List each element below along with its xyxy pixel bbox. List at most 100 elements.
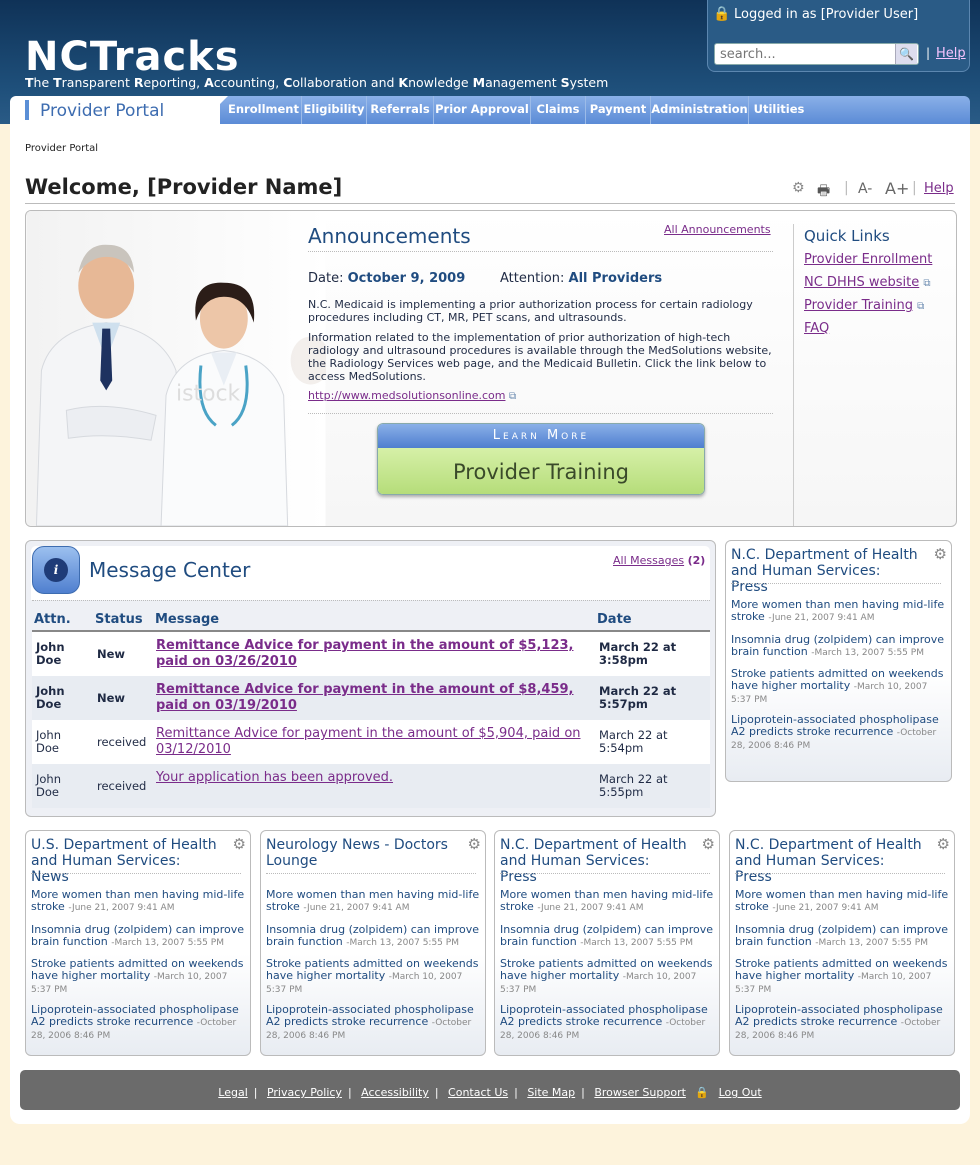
- nav-referrals[interactable]: Referrals: [367, 96, 434, 124]
- news-item[interactable]: Lipoprotein-associated phospholipase A2 …: [266, 1004, 484, 1042]
- footer-sitemap-link[interactable]: Site Map: [527, 1086, 575, 1099]
- news-item[interactable]: Stroke patients admitted on weekends hav…: [31, 958, 249, 996]
- news-item[interactable]: More women than men having mid-life stro…: [731, 599, 949, 624]
- gear-icon[interactable]: ⚙: [937, 835, 950, 853]
- news-item[interactable]: Stroke patients admitted on weekends hav…: [735, 958, 953, 996]
- date-label: Date:: [308, 271, 344, 286]
- tagline-part: ransparent: [61, 75, 134, 90]
- tagline-part: T: [53, 75, 62, 90]
- quick-link-nc-dhhs[interactable]: NC DHHS website: [804, 275, 919, 290]
- row-message-link[interactable]: Remittance Advice for payment in the amo…: [156, 682, 596, 714]
- table-row[interactable]: John Doe received Your application has b…: [32, 764, 710, 808]
- portal-tab-marker: [25, 100, 29, 120]
- header-help-link[interactable]: Help: [936, 46, 966, 61]
- footer-privacy-link[interactable]: Privacy Policy: [267, 1086, 342, 1099]
- quick-link-provider-training[interactable]: Provider Training: [804, 298, 913, 313]
- nav-eligibility[interactable]: Eligibility: [302, 96, 367, 124]
- logout-link[interactable]: Log Out: [719, 1086, 762, 1099]
- search-icon[interactable]: 🔍: [895, 44, 917, 64]
- quick-link-faq[interactable]: FAQ: [804, 321, 829, 336]
- site-logo[interactable]: NCTracks: [25, 34, 240, 80]
- page-title: Welcome, [Provider Name]: [25, 175, 343, 199]
- table-row[interactable]: John Doe received Remittance Advice for …: [32, 720, 710, 764]
- col-attn[interactable]: Attn.: [34, 612, 71, 627]
- lock-icon: 🔒: [713, 6, 731, 22]
- news-item[interactable]: Stroke patients admitted on weekends hav…: [731, 668, 949, 706]
- nav-claims[interactable]: Claims: [531, 96, 586, 124]
- font-smaller-button[interactable]: A-: [858, 181, 872, 197]
- row-date: March 22 at 3:58pm: [599, 640, 677, 667]
- all-messages-link[interactable]: All Messages: [613, 554, 684, 567]
- gear-icon[interactable]: ⚙: [233, 835, 246, 853]
- page-help-link[interactable]: Help: [924, 181, 954, 196]
- news-item[interactable]: Insomnia drug (zolpidem) can improve bra…: [500, 924, 718, 949]
- gear-icon[interactable]: ⚙: [702, 835, 715, 853]
- news-box: U.S. Department of Health and Human Serv…: [25, 830, 251, 1056]
- news-item-date: -March 13, 2007 5:55 PM: [346, 938, 459, 948]
- col-date[interactable]: Date: [597, 612, 632, 627]
- medsolutions-url[interactable]: http://www.medsolutionsonline.com: [308, 389, 505, 402]
- table-row[interactable]: John Doe New Remittance Advice for payme…: [32, 676, 710, 720]
- col-message[interactable]: Message: [155, 612, 219, 627]
- attention-label: Attention:: [500, 271, 565, 286]
- footer-accessibility-link[interactable]: Accessibility: [361, 1086, 429, 1099]
- news-item[interactable]: More women than men having mid-life stro…: [266, 889, 484, 914]
- news-item[interactable]: Insomnia drug (zolpidem) can improve bra…: [266, 924, 484, 949]
- news-box-title: N.C. Department of Health and Human Serv…: [500, 837, 687, 885]
- quick-link-dhhs-row: NC DHHS website ⧉: [804, 275, 931, 290]
- provider-training-button[interactable]: Learn More Provider Training: [377, 423, 705, 495]
- nav-enrollment[interactable]: Enrollment: [226, 96, 302, 124]
- announcement-date: Date: October 9, 2009: [308, 271, 465, 286]
- font-larger-button[interactable]: A+: [885, 179, 909, 198]
- row-attn: John Doe: [36, 728, 62, 755]
- breadcrumb[interactable]: Provider Portal: [25, 143, 98, 154]
- gear-icon[interactable]: ⚙: [934, 545, 947, 563]
- news-item[interactable]: Stroke patients admitted on weekends hav…: [500, 958, 718, 996]
- news-item[interactable]: Lipoprotein-associated phospholipase A2 …: [735, 1004, 953, 1042]
- col-status[interactable]: Status: [95, 612, 143, 627]
- news-item[interactable]: More women than men having mid-life stro…: [500, 889, 718, 914]
- news-item[interactable]: Insomnia drug (zolpidem) can improve bra…: [735, 924, 953, 949]
- search-input[interactable]: [714, 43, 919, 65]
- row-message-link[interactable]: Remittance Advice for payment in the amo…: [156, 638, 596, 670]
- news-item-date: -March 13, 2007 5:55 PM: [811, 648, 924, 658]
- info-icon: i: [32, 546, 80, 594]
- news-item[interactable]: Lipoprotein-associated phospholipase A2 …: [31, 1004, 249, 1042]
- announcement-attention: Attention: All Providers: [500, 271, 662, 286]
- row-date: March 22 at 5:55pm: [599, 772, 668, 799]
- nav-utilities[interactable]: Utilities: [749, 96, 809, 124]
- footer-browser-support-link[interactable]: Browser Support: [594, 1086, 686, 1099]
- news-item[interactable]: More women than men having mid-life stro…: [735, 889, 953, 914]
- row-status: New: [97, 691, 126, 705]
- nav-payment[interactable]: Payment: [586, 96, 651, 124]
- nav-prior-approval[interactable]: Prior Approval: [434, 96, 531, 124]
- logged-in-text: Logged in as [Provider User]: [734, 7, 919, 22]
- nav-administration[interactable]: Administration: [651, 96, 749, 124]
- portal-tab[interactable]: Provider Portal: [10, 96, 220, 124]
- table-row[interactable]: John Doe New Remittance Advice for payme…: [32, 632, 710, 676]
- gear-icon[interactable]: ⚙: [792, 180, 805, 196]
- news-item[interactable]: Lipoprotein-associated phospholipase A2 …: [500, 1004, 718, 1042]
- tagline-part: T: [25, 75, 34, 90]
- nav-items: Enrollment Eligibility Referrals Prior A…: [226, 96, 804, 124]
- separator: |: [844, 180, 849, 196]
- news-box-title: N.C. Department of Health and Human Serv…: [735, 837, 922, 885]
- quick-link-provider-enrollment[interactable]: Provider Enrollment: [804, 252, 932, 267]
- news-item[interactable]: Insomnia drug (zolpidem) can improve bra…: [731, 634, 949, 659]
- news-item-date: -June 21, 2007 9:41 AM: [772, 903, 879, 913]
- news-item[interactable]: More women than men having mid-life stro…: [31, 889, 249, 914]
- news-item[interactable]: Stroke patients admitted on weekends hav…: [266, 958, 484, 996]
- print-icon[interactable]: 🖶: [817, 180, 830, 204]
- gear-icon[interactable]: ⚙: [468, 835, 481, 853]
- news-item[interactable]: Insomnia drug (zolpidem) can improve bra…: [31, 924, 249, 949]
- footer-contact-link[interactable]: Contact Us: [448, 1086, 508, 1099]
- all-announcements-link[interactable]: All Announcements: [664, 223, 771, 236]
- news-item[interactable]: Lipoprotein-associated phospholipase A2 …: [731, 714, 949, 752]
- tagline-part: S: [560, 75, 570, 90]
- row-message-link[interactable]: Your application has been approved.: [156, 770, 596, 786]
- news-box: N.C. Department of Health and Human Serv…: [729, 830, 955, 1056]
- divider: [266, 873, 476, 874]
- footer-legal-link[interactable]: Legal: [218, 1086, 247, 1099]
- row-message-link[interactable]: Remittance Advice for payment in the amo…: [156, 726, 596, 758]
- title-divider: [25, 203, 955, 204]
